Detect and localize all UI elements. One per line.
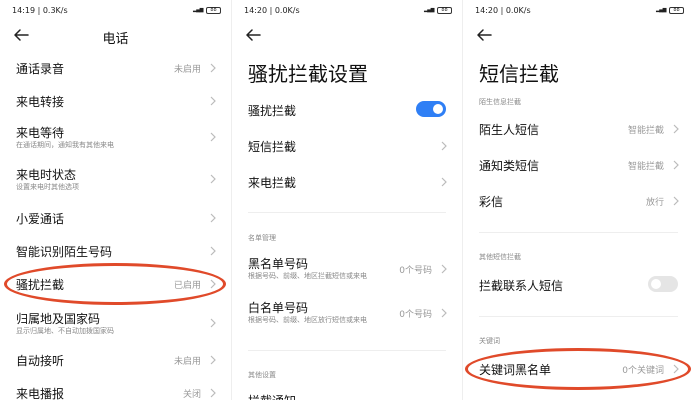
signal-icon: ▂▄▆ [423, 7, 435, 13]
signal-icon: ▂▄▆ [192, 7, 204, 13]
settings-item-blacklist[interactable]: 黑名单号码 根据号码、前缀、地区拦截短信或来电 0个号码 [232, 255, 462, 285]
chevron-right-icon [209, 132, 217, 142]
back-arrow-icon[interactable] [244, 26, 262, 44]
status-bar: 14:19 | 0.3K/s ▂▄▆ 88 [12, 6, 221, 18]
settings-item-xiaoai-call[interactable]: 小爱通话 [0, 208, 231, 230]
battery-icon: 88 [669, 7, 684, 14]
settings-item-call-recording[interactable]: 通话录音 未启用 [0, 58, 231, 80]
chevron-right-icon [209, 318, 217, 328]
settings-item-auto-answer[interactable]: 自动接听 未启用 [0, 350, 231, 372]
chevron-right-icon [209, 246, 217, 256]
chevron-right-icon [209, 213, 217, 223]
chevron-right-icon [440, 141, 448, 151]
settings-item-sms-block[interactable]: 短信拦截 [232, 136, 462, 158]
chevron-right-icon [440, 177, 448, 187]
settings-item-block-notification[interactable]: 拦截通知 [232, 390, 462, 400]
settings-item-block-contacts-sms[interactable]: 拦截联系人短信 [463, 275, 694, 297]
settings-item-keyword-blacklist[interactable]: 关键词黑名单 0个关键词 [463, 359, 694, 381]
chevron-right-icon [672, 364, 680, 374]
status-bar: 14:20 | 0.0K/s ▂▄▆ 88 [475, 6, 684, 18]
settings-item-call-block[interactable]: 来电拦截 [232, 172, 462, 194]
chevron-right-icon [440, 308, 448, 318]
settings-item-call-announce[interactable]: 来电播报 关闭 [0, 383, 231, 400]
page-title: 短信拦截 [479, 62, 559, 86]
divider [248, 212, 446, 213]
settings-item-call-waiting[interactable]: 来电等待 在通话期间，通知我有其他来电 [0, 124, 231, 154]
block-contacts-toggle-switch[interactable] [648, 276, 678, 292]
settings-item-harassment-toggle[interactable]: 骚扰拦截 [232, 100, 462, 122]
chevron-right-icon [672, 160, 680, 170]
section-header-keywords: 关键词 [479, 337, 500, 345]
divider [248, 350, 446, 351]
section-header-other-settings: 其他设置 [248, 371, 276, 379]
chevron-right-icon [209, 174, 217, 184]
divider [479, 232, 678, 233]
status-time: 14:19 | 0.3K/s [12, 6, 68, 15]
section-header-other-sms: 其他短信拦截 [479, 253, 521, 261]
sms-block-panel: 14:20 | 0.0K/s ▂▄▆ 88 短信拦截 陌生信息拦截 陌生人短信 智… [462, 0, 694, 400]
page-title: 电话 [102, 32, 129, 47]
settings-item-harassment-block[interactable]: 骚扰拦截 已启用 [0, 274, 231, 296]
phone-settings-panel: 14:19 | 0.3K/s ▂▄▆ 88 电话 通话录音 未启用 来电转接 来电… [0, 0, 231, 400]
chevron-right-icon [440, 264, 448, 274]
harassment-block-panel: 14:20 | 0.0K/s ▂▄▆ 88 骚扰拦截设置 骚扰拦截 短信拦截 来电… [231, 0, 462, 400]
chevron-right-icon [209, 279, 217, 289]
harassment-toggle-switch[interactable] [416, 101, 446, 117]
settings-item-whitelist[interactable]: 白名单号码 根据号码、前缀、地区放行短信或来电 0个号码 [232, 299, 462, 329]
chevron-right-icon [209, 355, 217, 365]
status-time: 14:20 | 0.0K/s [244, 6, 300, 15]
settings-item-incoming-status[interactable]: 来电时状态 设置来电时其他选项 [0, 166, 231, 196]
battery-icon: 88 [206, 7, 221, 14]
settings-item-stranger-sms[interactable]: 陌生人短信 智能拦截 [463, 119, 694, 141]
settings-item-mms[interactable]: 彩信 放行 [463, 191, 694, 213]
status-time: 14:20 | 0.0K/s [475, 6, 531, 15]
status-bar: 14:20 | 0.0K/s ▂▄▆ 88 [244, 6, 452, 18]
battery-icon: 88 [437, 7, 452, 14]
settings-item-call-forwarding[interactable]: 来电转接 [0, 91, 231, 113]
section-header-list-management: 名单管理 [248, 234, 276, 242]
section-header-stranger-sms: 陌生信息拦截 [479, 98, 521, 106]
back-arrow-icon[interactable] [475, 26, 493, 44]
settings-item-unknown-number-id[interactable]: 智能识别陌生号码 [0, 241, 231, 263]
chevron-right-icon [209, 96, 217, 106]
chevron-right-icon [209, 388, 217, 398]
chevron-right-icon [672, 196, 680, 206]
divider [479, 316, 678, 317]
chevron-right-icon [672, 124, 680, 134]
settings-item-region-code[interactable]: 归属地及国家码 显示归属地、不自动加拨国家码 [0, 310, 231, 340]
chevron-right-icon [209, 63, 217, 73]
settings-item-notification-sms[interactable]: 通知类短信 智能拦截 [463, 155, 694, 177]
signal-icon: ▂▄▆ [655, 7, 667, 13]
page-title: 骚扰拦截设置 [248, 62, 368, 86]
